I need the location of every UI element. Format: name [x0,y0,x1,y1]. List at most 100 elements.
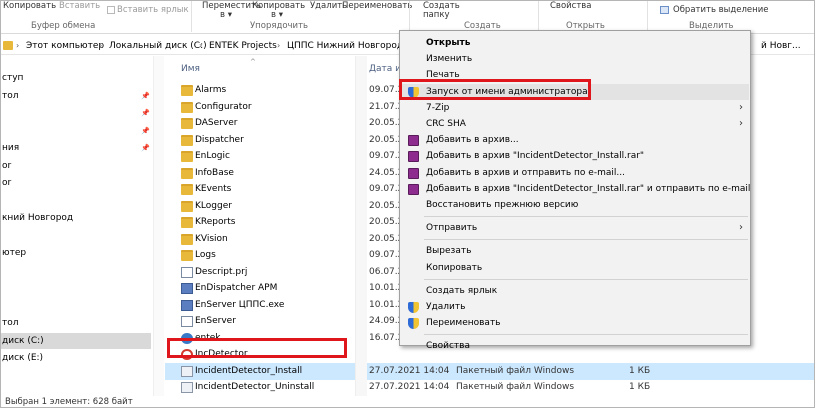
ribbon-separator [538,1,539,32]
file-icon [181,332,193,344]
file-list-scrollbar[interactable] [355,56,367,396]
context-menu-item[interactable]: Печать [401,67,749,83]
context-menu-item[interactable]: Удалить [401,299,749,315]
sort-arrow-icon: ^ [250,58,256,66]
file-name: Configurator [195,101,252,112]
address-search-field[interactable]: й Новг... [761,41,801,51]
breadcrumb-entek-projects[interactable]: ENTEK Projects [209,41,277,51]
context-menu-item[interactable]: Создать ярлык [401,283,749,299]
context-menu-item-label: Переименовать [426,318,501,329]
context-menu-item[interactable]: Добавить в архив "IncidentDetector_Insta… [401,181,750,197]
file-name: EnServer ЦППС.exe [195,299,285,310]
nav-item-label: or [2,160,12,171]
nav-item[interactable]: ступ [1,70,151,86]
file-row[interactable]: IncidentDetector_Uninstall 27.07.2021 14:… [165,379,814,396]
menu-separator [424,334,748,336]
file-icon [181,299,193,311]
file-type: Пакетный файл Windows [456,365,575,376]
nav-item[interactable] [1,280,151,296]
file-name: IncidentDetector_Install [195,365,303,376]
context-menu-item-label: Удалить [426,302,466,312]
file-name: DAServer [195,118,238,128]
context-menu-item[interactable]: Отправить › [401,220,749,236]
context-menu-item[interactable]: Открыть [401,35,749,51]
nav-item[interactable]: 📌 [1,123,151,139]
context-menu: Открыть Изменить Печать Запуск от имени адм… [399,30,751,351]
file-name: Alarms [195,85,227,95]
nav-item[interactable]: диск (C:) [1,332,151,349]
context-menu-item[interactable]: 7-Zip › [401,100,749,116]
file-type: Пакетный файл Windows [456,382,575,392]
file-name: entek [195,332,221,343]
file-icon [181,349,193,360]
file-row[interactable]: IncidentDetector_Install 27.07.2021 14:04… [165,362,814,380]
status-bar: Выбран 1 элемент: 628 байт [1,396,814,407]
nav-item[interactable]: тол [1,315,151,331]
pin-icon[interactable]: 📌 [141,140,150,156]
uac-shield-icon [408,86,419,98]
nav-item-label: кний Новгород [2,213,74,223]
context-menu-item[interactable]: Копировать [401,260,749,276]
ribbon-invert-selection-button[interactable]: Обратить выделение [673,5,768,15]
context-menu-item[interactable]: Свойства [401,338,749,354]
context-menu-item[interactable]: Добавить в архив... [401,132,749,148]
nav-item[interactable]: ния 📌 [1,140,151,156]
context-menu-item[interactable]: Добавить в архив "IncidentDetector_Insta… [401,148,749,164]
file-name: EnDispatcher APM [195,283,278,293]
context-menu-item-label: Создать ярлык [426,285,498,296]
pin-icon[interactable]: 📌 [141,123,150,139]
nav-scrollbar[interactable] [153,56,164,396]
explorer-window: Копировать Вставить Вставить ярлык Перем… [0,0,815,408]
context-menu-item[interactable]: Изменить [401,51,749,67]
column-header-name[interactable]: Имя [181,64,200,74]
context-menu-item-label: Изменить [426,54,473,65]
pin-icon[interactable]: 📌 [141,105,150,121]
context-menu-item-label: CRC SHA [426,119,466,129]
context-menu-item[interactable]: Добавить в архив и отправить по e-mail..… [401,165,749,181]
uac-shield-icon [408,302,419,313]
ribbon-paste-shortcut-button[interactable]: Вставить ярлык [117,5,189,15]
nav-item[interactable]: кний Новгород [1,210,151,226]
ribbon-copy-button[interactable]: Копировать [3,1,56,11]
file-name: Descript.prj [195,266,248,277]
ribbon-separator [191,1,192,32]
context-menu-item[interactable]: Запуск от имени администратора [401,83,749,100]
pin-icon[interactable]: 📌 [141,88,150,104]
context-menu-item[interactable]: Восстановить прежнюю версию [401,197,749,213]
nav-item[interactable]: тол 📌 [1,88,151,104]
nav-item[interactable] [1,228,151,244]
nav-item[interactable] [1,193,151,209]
file-icon [181,266,193,278]
nav-item-label: ютер [2,248,27,258]
nav-item[interactable]: диск (E:) [1,350,151,366]
chevron-right-icon: › [199,41,203,50]
winrar-icon [408,135,419,147]
folder-icon [181,118,193,129]
context-menu-item-label: Восстановить прежнюю версию [426,200,579,210]
file-date: 27.07.2021 14:04 [369,365,450,376]
ribbon-move-to-dropdown[interactable]: в ▾ [220,10,232,20]
nav-item[interactable] [1,298,151,314]
file-name: Logs [195,250,216,260]
ribbon-rename-button[interactable]: Переименовать [342,1,412,11]
breadcrumb-this-pc[interactable]: Этот компьютер [26,41,104,51]
folder-icon [181,233,193,245]
breadcrumb-current-folder[interactable]: ЦППС Нижний Новгород [287,41,403,51]
context-menu-item-label: Свойства [426,341,470,352]
nav-item[interactable]: 📌 [1,105,151,121]
ribbon-copy-to-dropdown[interactable]: в ▾ [271,10,283,20]
nav-item[interactable] [1,263,151,279]
nav-item[interactable]: or [1,175,151,191]
folder-icon [181,217,193,228]
submenu-arrow-icon: › [739,222,743,234]
nav-item-label: тол [2,318,19,328]
context-menu-item[interactable]: Вырезать [401,243,749,259]
breadcrumb-local-disk-c[interactable]: Локальный диск (C:) [109,41,207,51]
context-menu-item[interactable]: Переименовать [401,315,749,331]
ribbon-properties-button[interactable]: Свойства [550,1,592,11]
nav-item[interactable]: or [1,158,151,174]
ribbon-paste-button[interactable]: Вставить [59,1,100,11]
context-menu-item[interactable]: CRC SHA › [401,116,749,132]
context-menu-item-label: Открыть [426,38,471,48]
nav-item[interactable]: ютер [1,245,151,261]
